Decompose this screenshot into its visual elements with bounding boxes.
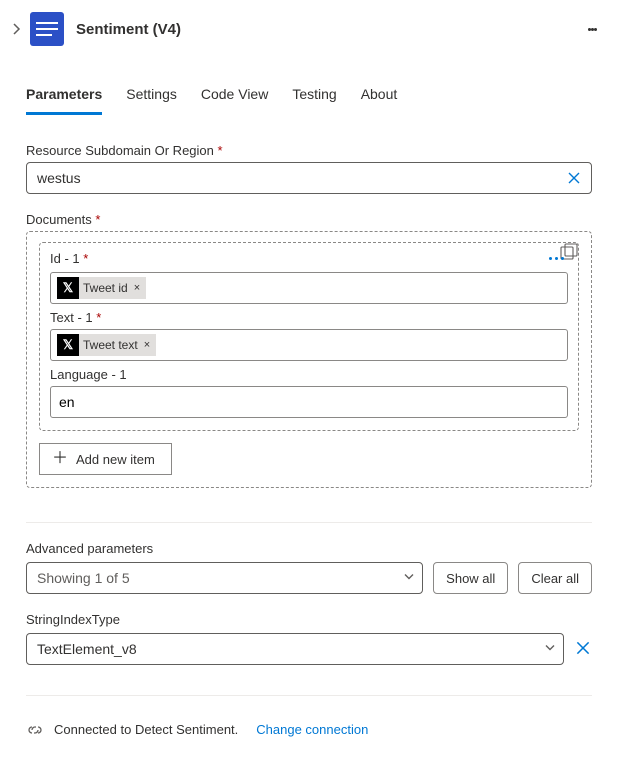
tab-testing[interactable]: Testing	[292, 86, 336, 115]
documents-array: Id - 1 𝕏 Tweet id × Text - 1 𝕏	[26, 231, 592, 488]
token-remove-icon[interactable]: ×	[134, 282, 140, 294]
token-tweet-id[interactable]: 𝕏 Tweet id ×	[57, 277, 146, 299]
add-new-item-button[interactable]: ＋ Add new item	[39, 443, 172, 475]
token-label: Tweet id	[83, 281, 128, 295]
stringindextype-label: StringIndexType	[26, 612, 592, 627]
region-input[interactable]	[26, 162, 592, 194]
region-label: Resource Subdomain Or Region	[26, 143, 592, 158]
token-label: Tweet text	[83, 338, 138, 352]
field-id-label: Id - 1	[50, 251, 88, 266]
field-language-label: Language - 1	[50, 367, 568, 382]
card-title: Sentiment (V4)	[76, 21, 181, 38]
stringindextype-clear-button[interactable]	[574, 639, 592, 660]
token-remove-icon[interactable]: ×	[144, 339, 150, 351]
tabs: Parameters Settings Code View Testing Ab…	[0, 52, 618, 115]
x-logo-icon: 𝕏	[57, 277, 79, 299]
x-logo-icon: 𝕏	[57, 334, 79, 356]
tab-about[interactable]: About	[361, 86, 398, 115]
tab-settings[interactable]: Settings	[126, 86, 177, 115]
expand-chevron-icon[interactable]	[8, 21, 24, 37]
stringindextype-select[interactable]: TextElement_v8	[26, 633, 564, 665]
connection-status-text: Connected to Detect Sentiment.	[54, 722, 238, 737]
tab-code-view[interactable]: Code View	[201, 86, 268, 115]
region-clear-button[interactable]	[564, 168, 584, 188]
documents-item-1: Id - 1 𝕏 Tweet id × Text - 1 𝕏	[39, 242, 579, 431]
token-tweet-text[interactable]: 𝕏 Tweet text ×	[57, 334, 156, 356]
connector-logo	[30, 12, 64, 46]
card-header: Sentiment (V4)	[0, 0, 618, 52]
card-menu-button[interactable]	[580, 17, 604, 41]
field-id-input[interactable]: 𝕏 Tweet id ×	[50, 272, 568, 304]
clear-all-button[interactable]: Clear all	[518, 562, 592, 594]
item-menu-button[interactable]	[545, 253, 568, 264]
advanced-label: Advanced parameters	[26, 541, 592, 556]
show-all-button[interactable]: Show all	[433, 562, 508, 594]
advanced-select[interactable]: Showing 1 of 5	[26, 562, 423, 594]
connection-icon	[26, 723, 44, 737]
advanced-select-value: Showing 1 of 5	[26, 562, 423, 594]
connection-footer: Connected to Detect Sentiment. Change co…	[0, 722, 618, 757]
tab-parameters[interactable]: Parameters	[26, 86, 102, 115]
field-language-input[interactable]	[50, 386, 568, 418]
documents-label: Documents	[26, 212, 592, 227]
plus-icon: ＋	[52, 451, 68, 467]
stringindextype-value: TextElement_v8	[26, 633, 564, 665]
field-text-input[interactable]: 𝕏 Tweet text ×	[50, 329, 568, 361]
change-connection-link[interactable]: Change connection	[256, 722, 368, 737]
field-text-label: Text - 1	[50, 310, 568, 325]
region-input-row	[26, 162, 592, 194]
add-new-item-label: Add new item	[76, 452, 155, 467]
